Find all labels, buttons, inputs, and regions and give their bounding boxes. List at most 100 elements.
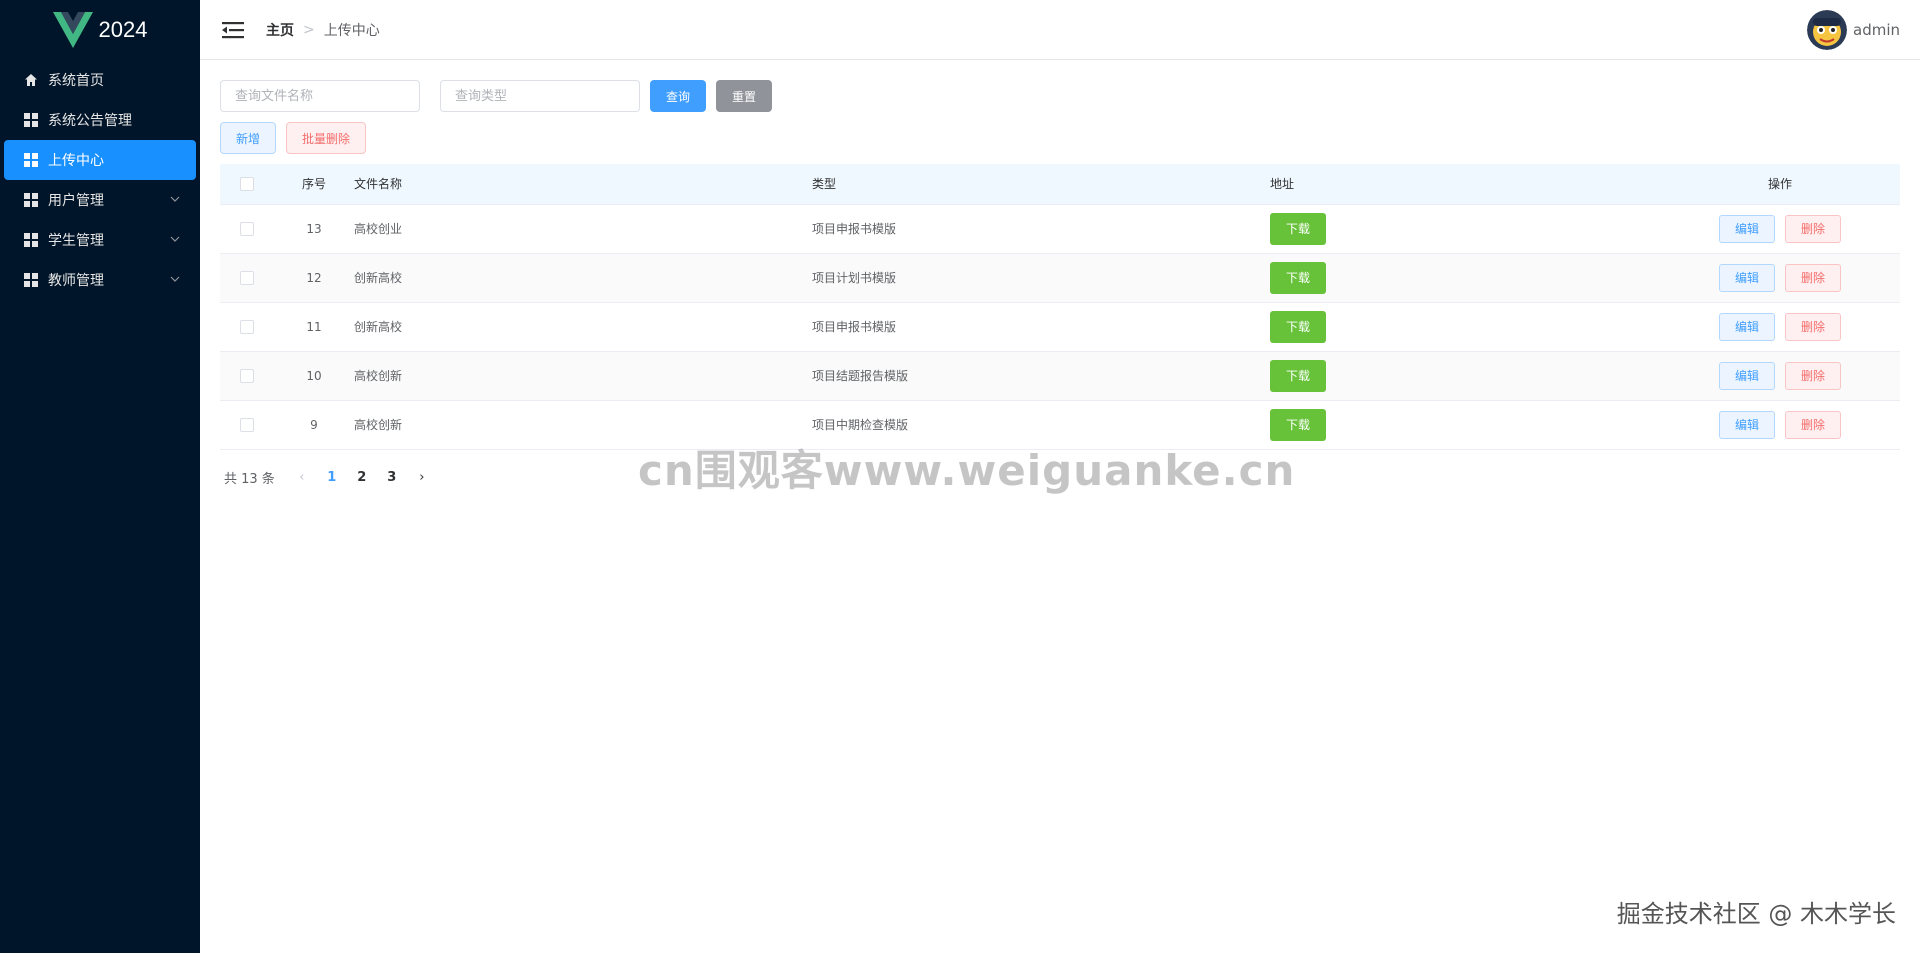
- search-bar: 查询 重置: [220, 80, 1900, 112]
- pagination: 共 13 条 ‹ 1 2 3 ›: [220, 464, 1900, 492]
- row-index: 12: [274, 253, 354, 303]
- sidebar-item-home[interactable]: 系统首页: [0, 60, 200, 100]
- top-header: 主页 > 上传中心 admin: [200, 0, 1920, 60]
- page-button-2[interactable]: 2: [347, 464, 377, 492]
- delete-button[interactable]: 删除: [1785, 361, 1841, 390]
- select-all-checkbox[interactable]: [240, 177, 254, 191]
- sidebar-item-label: 系统首页: [48, 73, 104, 89]
- table-row: 11 创新高校 项目申报书模版 下载 编辑 删除: [220, 302, 1900, 352]
- sidebar-item-upload[interactable]: 上传中心: [4, 140, 196, 180]
- page-button-3[interactable]: 3: [377, 464, 407, 492]
- row-name: 创新高校: [354, 253, 812, 303]
- user-menu[interactable]: admin: [1807, 10, 1900, 50]
- table-row: 13 高校创业 项目申报书模版 下载 编辑 删除: [220, 204, 1900, 254]
- next-page-button[interactable]: ›: [407, 464, 437, 492]
- row-index: 13: [274, 204, 354, 254]
- table-row: 9 高校创新 项目中期检查模版 下载 编辑 删除: [220, 400, 1900, 450]
- edit-button[interactable]: 编辑: [1719, 410, 1775, 439]
- header-name: 文件名称: [354, 164, 812, 205]
- delete-button[interactable]: 删除: [1785, 214, 1841, 243]
- table-row: 10 高校创新 项目结题报告模版 下载 编辑 删除: [220, 351, 1900, 401]
- delete-button[interactable]: 删除: [1785, 410, 1841, 439]
- sidebar-item-label: 系统公告管理: [48, 113, 132, 129]
- page-button-1[interactable]: 1: [317, 464, 347, 492]
- file-name-search-input[interactable]: [220, 80, 420, 112]
- row-name: 高校创新: [354, 351, 812, 401]
- sidebar: 2024 系统首页 系统公告管理 上传中心 用户管理 学生管理 教师管理: [0, 0, 200, 953]
- query-button[interactable]: 查询: [650, 80, 707, 112]
- grid-icon: [24, 233, 38, 247]
- header-type: 类型: [812, 164, 1270, 205]
- download-button[interactable]: 下载: [1270, 359, 1326, 392]
- breadcrumb-home[interactable]: 主页: [266, 20, 294, 40]
- reset-button[interactable]: 重置: [716, 80, 773, 112]
- file-type-search-input[interactable]: [440, 80, 640, 112]
- header-index: 序号: [274, 164, 354, 205]
- select-all-cell: [220, 164, 274, 205]
- grid-icon: [24, 193, 38, 207]
- table-header-row: 序号 文件名称 类型 地址 操作: [220, 164, 1900, 205]
- row-checkbox[interactable]: [240, 417, 254, 432]
- corner-watermark: 掘金技术社区 @ 木木学长: [1616, 900, 1896, 928]
- prev-page-button[interactable]: ‹: [287, 464, 317, 492]
- chevron-down-icon: [170, 196, 180, 202]
- download-button[interactable]: 下载: [1270, 212, 1326, 245]
- add-button[interactable]: 新增: [220, 122, 277, 154]
- pagination-total: 共 13 条: [224, 472, 275, 487]
- breadcrumb-separator: >: [303, 21, 315, 38]
- row-index: 9: [274, 400, 354, 450]
- sidebar-item-students[interactable]: 学生管理: [0, 220, 200, 260]
- vue-logo-icon: [52, 12, 93, 48]
- row-checkbox[interactable]: [240, 368, 254, 383]
- table-row: 12 创新高校 项目计划书模版 下载 编辑 删除: [220, 253, 1900, 303]
- sidebar-item-label: 上传中心: [48, 153, 104, 169]
- sidebar-item-users[interactable]: 用户管理: [0, 180, 200, 220]
- grid-icon: [24, 273, 38, 287]
- sidebar-item-teachers[interactable]: 教师管理: [0, 260, 200, 300]
- row-index: 11: [274, 302, 354, 352]
- sidebar-item-notice[interactable]: 系统公告管理: [0, 100, 200, 140]
- collapse-menu-icon[interactable]: [222, 21, 244, 39]
- file-table: 序号 文件名称 类型 地址 操作 13 高校创业 项目申报书模版 下载 编辑 删除…: [220, 164, 1900, 450]
- row-type: 项目申报书模版: [812, 302, 1270, 352]
- batch-delete-button[interactable]: 批量删除: [286, 122, 367, 154]
- breadcrumb-current: 上传中心: [323, 22, 380, 39]
- row-name: 创新高校: [354, 302, 812, 352]
- delete-button[interactable]: 删除: [1785, 312, 1841, 341]
- row-checkbox[interactable]: [240, 270, 254, 285]
- chevron-down-icon: [170, 276, 180, 282]
- delete-button[interactable]: 删除: [1785, 263, 1841, 292]
- row-type: 项目结题报告模版: [812, 351, 1270, 401]
- edit-button[interactable]: 编辑: [1719, 263, 1775, 292]
- row-type: 项目申报书模版: [812, 204, 1270, 254]
- row-index: 10: [274, 351, 354, 401]
- sidebar-menu: 系统首页 系统公告管理 上传中心 用户管理 学生管理 教师管理: [0, 60, 200, 300]
- main-content: 查询 重置 新增 批量删除 序号 文件名称 类型 地址 操作 13 高校创业 项…: [220, 80, 1900, 492]
- row-checkbox[interactable]: [240, 221, 254, 236]
- grid-icon: [24, 153, 38, 167]
- edit-button[interactable]: 编辑: [1719, 214, 1775, 243]
- header-address: 地址: [1270, 164, 1660, 205]
- avatar[interactable]: [1807, 10, 1847, 50]
- row-checkbox[interactable]: [240, 319, 254, 334]
- grid-icon: [24, 113, 38, 127]
- sidebar-item-label: 用户管理: [48, 193, 104, 209]
- row-type: 项目计划书模版: [812, 253, 1270, 303]
- breadcrumb: 主页 > 上传中心: [266, 20, 380, 40]
- download-button[interactable]: 下载: [1270, 261, 1326, 294]
- home-icon: [24, 73, 38, 87]
- row-type: 项目中期检查模版: [812, 400, 1270, 450]
- logo[interactable]: 2024: [0, 0, 200, 60]
- edit-button[interactable]: 编辑: [1719, 361, 1775, 390]
- download-button[interactable]: 下载: [1270, 310, 1326, 343]
- action-bar: 新增 批量删除: [220, 122, 1900, 154]
- row-name: 高校创新: [354, 400, 812, 450]
- sidebar-item-label: 学生管理: [48, 233, 104, 249]
- row-name: 高校创业: [354, 204, 812, 254]
- username[interactable]: admin: [1853, 21, 1900, 39]
- edit-button[interactable]: 编辑: [1719, 312, 1775, 341]
- logo-text: 2024: [98, 17, 148, 42]
- sidebar-item-label: 教师管理: [48, 273, 104, 289]
- header-operation: 操作: [1660, 164, 1900, 205]
- download-button[interactable]: 下载: [1270, 408, 1326, 441]
